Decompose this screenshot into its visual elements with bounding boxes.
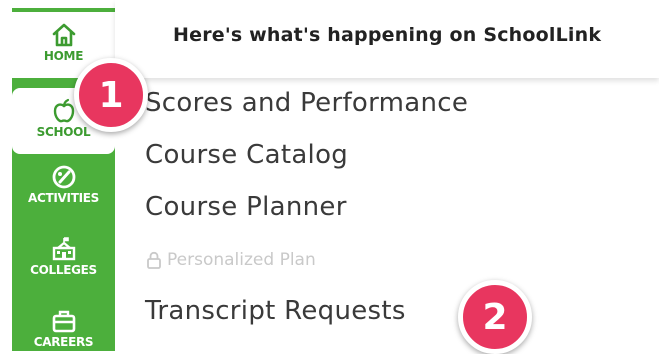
menu-item-personalized-plan: Personalized Plan <box>146 250 316 270</box>
menu-item-transcript-requests[interactable]: Transcript Requests <box>145 296 406 326</box>
step-badge-1: 1 <box>74 58 148 132</box>
apple-icon <box>53 98 74 123</box>
activities-icon <box>52 165 75 189</box>
college-icon <box>52 237 75 261</box>
sidebar-item-activities[interactable]: ACTIVITIES <box>12 164 115 205</box>
sidebar-item-label: COLLEGES <box>30 263 97 277</box>
sidebar-item-label: CAREERS <box>33 335 94 349</box>
sidebar-item-careers[interactable]: CAREERS <box>12 308 115 349</box>
page-title: Here's what's happening on SchoolLink <box>173 24 602 46</box>
menu-item-course-catalog[interactable]: Course Catalog <box>145 140 348 170</box>
top-header: Here's what's happening on SchoolLink <box>115 0 659 78</box>
sidebar-item-label: ACTIVITIES <box>28 191 99 205</box>
step-badge-2: 2 <box>458 280 532 354</box>
lock-icon <box>147 251 161 269</box>
menu-item-course-planner[interactable]: Course Planner <box>145 192 347 222</box>
menu-item-scores-and-performance[interactable]: Scores and Performance <box>145 88 468 118</box>
briefcase-icon <box>52 310 75 333</box>
home-icon <box>52 23 75 47</box>
sidebar-item-colleges[interactable]: COLLEGES <box>12 236 115 277</box>
menu-item-label: Personalized Plan <box>167 250 316 270</box>
app-frame: HOME SCHOOL ACTIVITIES COLLEGES CAREERS … <box>0 0 659 354</box>
